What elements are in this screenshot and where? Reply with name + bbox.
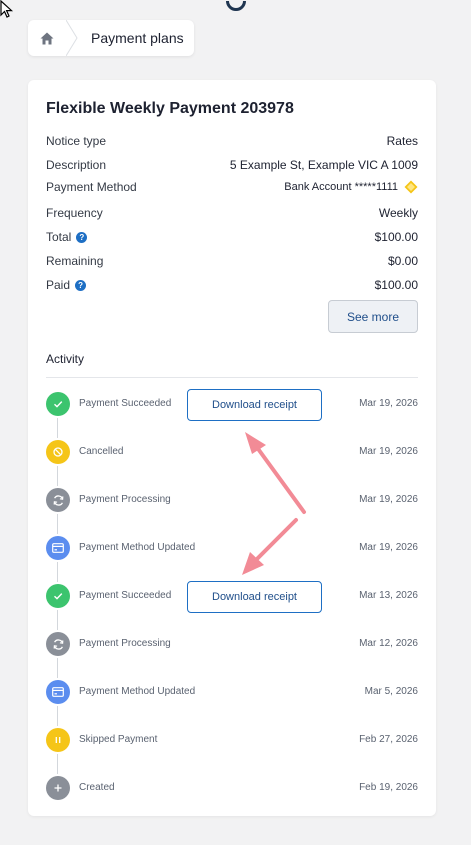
activity-item: Payment Processing Mar 12, 2026 [46, 632, 418, 658]
detail-value: 5 Example St, Example VIC A 1009 [229, 158, 418, 172]
plan-title: Flexible Weekly Payment 203978 [46, 100, 294, 117]
activity-item: Payment Method Updated Mar 5, 2026 [46, 680, 418, 706]
payment-plan-card: Flexible Weekly Payment 203978 Notice ty… [28, 80, 436, 816]
timeline-connector [57, 706, 58, 726]
download-receipt-button[interactable]: Download receipt [187, 581, 322, 613]
activity-item: Skipped Payment Feb 27, 2026 [46, 728, 418, 754]
activity-date: Mar 5, 2026 [364, 686, 418, 697]
pause-icon [46, 728, 70, 752]
breadcrumb-current[interactable]: Payment plans [91, 30, 184, 46]
timeline-connector [57, 418, 58, 438]
activity-status: Payment Processing [79, 638, 171, 649]
activity-item: Payment Succeeded Download receipt Mar 1… [46, 389, 418, 421]
detail-row-payment-method: Payment Method Bank Account *****1111 [46, 177, 418, 197]
breadcrumb: Payment plans [28, 20, 194, 56]
refresh-icon [46, 632, 70, 656]
partial-top-icon [226, 1, 246, 11]
detail-value: Bank Account *****1111 [284, 181, 398, 193]
timeline-connector [57, 466, 58, 486]
breadcrumb-home[interactable] [28, 20, 66, 56]
detail-label-wrap: Paid ? [46, 278, 87, 292]
detail-row-paid: Paid ? $100.00 [46, 275, 418, 295]
detail-value: $0.00 [387, 254, 418, 268]
activity-title: Activity [46, 352, 85, 366]
breadcrumb-separator [66, 20, 78, 56]
mouse-cursor-icon [0, 0, 14, 18]
activity-date: Mar 19, 2026 [359, 398, 418, 409]
refresh-icon [46, 488, 70, 512]
timeline-connector [57, 658, 58, 678]
activity-date: Mar 19, 2026 [359, 446, 418, 457]
timeline-connector [57, 562, 58, 582]
detail-value: $100.00 [374, 230, 418, 244]
activity-status: Payment Method Updated [79, 542, 196, 553]
detail-label: Total [46, 230, 72, 244]
activity-item: Payment Processing Mar 19, 2026 [46, 488, 418, 514]
detail-row-remaining: Remaining $0.00 [46, 251, 418, 271]
activity-date: Mar 12, 2026 [359, 638, 418, 649]
detail-value: $100.00 [374, 278, 418, 292]
detail-row-notice-type: Notice type Rates [46, 131, 418, 151]
card-icon [46, 680, 70, 704]
detail-label: Remaining [46, 254, 104, 268]
help-icon[interactable]: ? [76, 231, 88, 243]
activity-item: Payment Succeeded Download receipt Mar 1… [46, 581, 418, 613]
timeline-connector [57, 610, 58, 630]
activity-divider [46, 377, 418, 378]
download-receipt-button[interactable]: Download receipt [187, 389, 322, 421]
check-icon [46, 584, 70, 608]
detail-value: Rates [386, 134, 418, 148]
timeline-connector [57, 754, 58, 774]
plus-icon [46, 776, 70, 800]
home-icon [40, 32, 54, 44]
bank-badge-icon [404, 180, 418, 194]
detail-label: Notice type [46, 134, 107, 148]
activity-date: Mar 13, 2026 [359, 590, 418, 601]
detail-row-total: Total ? $100.00 [46, 227, 418, 247]
help-icon[interactable]: ? [75, 279, 87, 291]
cancel-icon [46, 440, 70, 464]
card-icon [46, 536, 70, 560]
activity-item: Payment Method Updated Mar 19, 2026 [46, 536, 418, 562]
activity-status: Skipped Payment [79, 734, 158, 745]
detail-row-frequency: Frequency Weekly [46, 203, 418, 223]
detail-label: Frequency [46, 206, 103, 220]
activity-date: Mar 19, 2026 [359, 494, 418, 505]
detail-label-wrap: Total ? [46, 230, 88, 244]
activity-date: Feb 27, 2026 [359, 734, 418, 745]
activity-item: Created Feb 19, 2026 [46, 776, 418, 802]
activity-status: Created [79, 782, 115, 793]
activity-date: Feb 19, 2026 [359, 782, 418, 793]
detail-label: Payment Method [46, 180, 137, 194]
detail-label: Paid [46, 278, 71, 292]
detail-value: Weekly [378, 206, 418, 220]
see-more-button[interactable]: See more [328, 300, 418, 333]
activity-status: Payment Succeeded [79, 398, 172, 409]
activity-status: Payment Processing [79, 494, 171, 505]
activity-status: Payment Method Updated [79, 686, 196, 697]
activity-item: Cancelled Mar 19, 2026 [46, 440, 418, 466]
activity-status: Cancelled [79, 446, 124, 457]
activity-status: Payment Succeeded [79, 590, 172, 601]
activity-date: Mar 19, 2026 [359, 542, 418, 553]
detail-row-description: Description 5 Example St, Example VIC A … [46, 155, 418, 175]
detail-label: Description [46, 158, 107, 172]
detail-value-wrap: Bank Account *****1111 [284, 180, 418, 194]
timeline-connector [57, 514, 58, 534]
check-icon [46, 392, 70, 416]
